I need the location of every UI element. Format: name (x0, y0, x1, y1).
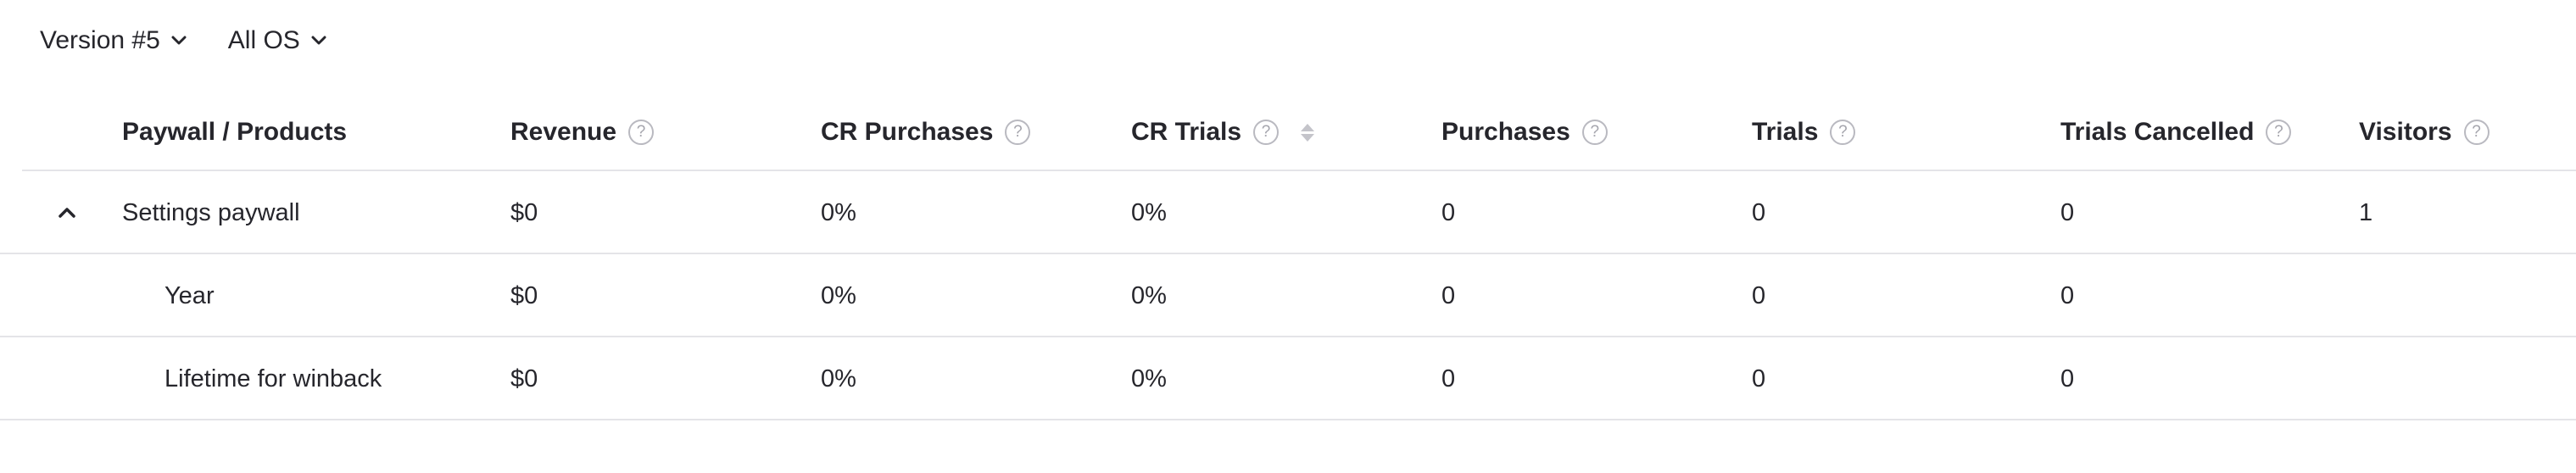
help-circle-icon[interactable]: ? (1005, 120, 1031, 145)
help-circle-icon[interactable]: ? (628, 120, 655, 145)
column-header-label: Trials Cancelled (2060, 118, 2255, 146)
revenue-value: $0 (510, 364, 538, 392)
trials-value: 0 (1752, 281, 1766, 309)
revenue-value: $0 (510, 281, 538, 309)
divider (0, 419, 2576, 420)
paywall-name: Settings paywall (122, 198, 300, 226)
product-name: Year (164, 281, 215, 309)
sort-up-arrow (1301, 123, 1315, 131)
trials-cancelled-value: 0 (2060, 198, 2075, 226)
help-circle-icon[interactable]: ? (1581, 120, 1608, 145)
purchases-value: 0 (1441, 364, 1456, 392)
column-header-trials: Trials ? (1752, 93, 1856, 171)
column-header-purchases: Purchases ? (1441, 93, 1608, 171)
column-header-label: Revenue (510, 118, 617, 146)
column-header-label: Paywall / Products (122, 118, 348, 146)
chevron-down-icon (170, 32, 187, 49)
version-dropdown-label: Version #5 (40, 26, 160, 54)
column-header-label: CR Trials (1131, 118, 1242, 146)
table-row-lifetime-for-winback[interactable]: Lifetime for winback $0 0% 0% 0 0 0 (0, 337, 2576, 420)
table-row-year[interactable]: Year $0 0% 0% 0 0 0 (0, 254, 2576, 337)
chevron-down-icon (310, 32, 327, 49)
table-row-settings-paywall[interactable]: Settings paywall $0 0% 0% 0 0 0 1 (0, 171, 2576, 254)
column-header-trials-cancelled: Trials Cancelled ? (2060, 93, 2292, 171)
os-dropdown[interactable]: All OS (228, 26, 327, 55)
cr-trials-value: 0% (1131, 364, 1167, 392)
help-circle-icon[interactable]: ? (2266, 120, 2292, 145)
os-dropdown-label: All OS (227, 26, 300, 54)
chevron-up-icon[interactable] (53, 171, 81, 254)
paywall-table: Paywall / Products Revenue ? CR Purchase… (0, 93, 2576, 420)
column-header-cr-purchases: CR Purchases ? (821, 93, 1031, 171)
purchases-value: 0 (1441, 281, 1456, 309)
column-header-cr-trials[interactable]: CR Trials ? (1131, 93, 1315, 171)
trials-cancelled-value: 0 (2060, 281, 2075, 309)
trials-value: 0 (1752, 364, 1766, 392)
sort-icon[interactable] (1301, 123, 1315, 142)
cr-trials-value: 0% (1131, 281, 1167, 309)
column-header-label: CR Purchases (821, 118, 994, 146)
table-header: Paywall / Products Revenue ? CR Purchase… (0, 93, 2576, 171)
cr-purchases-value: 0% (821, 198, 856, 226)
column-header-revenue: Revenue ? (510, 93, 655, 171)
cr-trials-value: 0% (1131, 198, 1167, 226)
column-header-visitors: Visitors ? (2359, 93, 2490, 171)
product-name: Lifetime for winback (164, 364, 382, 392)
revenue-value: $0 (510, 198, 538, 226)
trials-value: 0 (1752, 198, 1766, 226)
help-circle-icon[interactable]: ? (1830, 120, 1856, 145)
column-header-label: Trials (1752, 118, 1819, 146)
help-circle-icon[interactable]: ? (2463, 120, 2490, 145)
filter-bar: Version #5 All OS (40, 22, 368, 59)
sort-down-arrow (1301, 133, 1315, 142)
cr-purchases-value: 0% (821, 364, 856, 392)
column-header-label: Visitors (2359, 118, 2452, 146)
visitors-value: 1 (2359, 198, 2373, 226)
column-header-label: Purchases (1441, 118, 1570, 146)
paywall-analytics-page: Version #5 All OS Paywall / Products Rev… (0, 0, 2576, 473)
version-dropdown[interactable]: Version #5 (40, 26, 187, 55)
column-header-paywall-products: Paywall / Products (122, 93, 347, 171)
trials-cancelled-value: 0 (2060, 364, 2075, 392)
purchases-value: 0 (1441, 198, 1456, 226)
help-circle-icon[interactable]: ? (1253, 120, 1280, 145)
cr-purchases-value: 0% (821, 281, 856, 309)
